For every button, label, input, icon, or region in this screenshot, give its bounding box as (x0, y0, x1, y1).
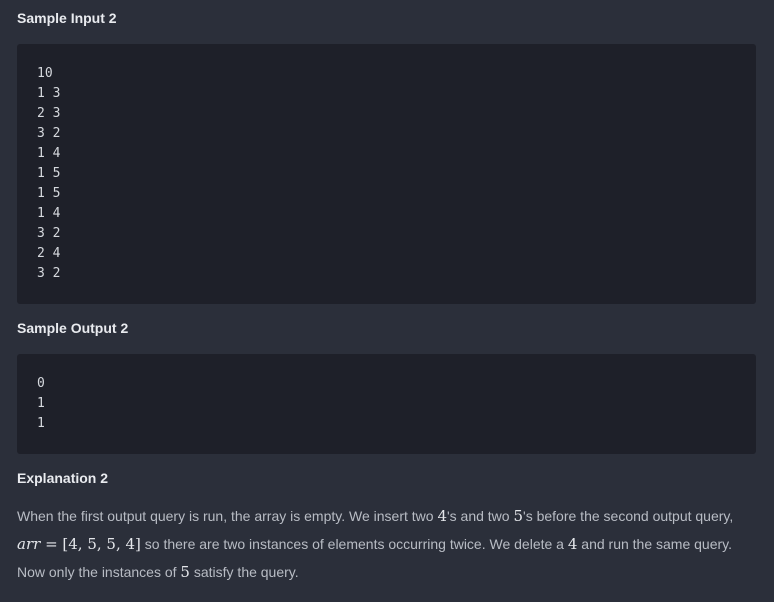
sample-input-line: 1 5 (37, 186, 61, 201)
explanation-heading: Explanation 2 (17, 470, 109, 486)
math-value: 5 (180, 563, 190, 581)
sample-input-line: 10 (37, 66, 53, 81)
sample-output-lines: 0 1 1 (37, 374, 45, 434)
sample-output-code-block: 0 1 1 (17, 354, 756, 454)
sample-output-line: 0 (37, 376, 45, 391)
explanation-text: 's before the second output query, (523, 508, 734, 524)
sample-input-heading: Sample Input 2 (17, 10, 117, 26)
explanation-text: 's and two (446, 508, 514, 524)
math-variable: arr (17, 535, 41, 553)
sample-input-line: 3 2 (37, 226, 61, 241)
math-value: 5 (513, 507, 524, 525)
explanation-paragraph: When the first output query is run, the … (17, 502, 757, 586)
sample-input-line: 2 3 (37, 106, 61, 121)
sample-output-heading: Sample Output 2 (17, 320, 129, 336)
explanation-text: When the first output query is run, the … (17, 508, 438, 524)
sample-input-line: 2 4 (37, 246, 61, 261)
sample-input-line: 1 3 (37, 86, 61, 101)
sample-input-code-block: 10 1 3 2 3 3 2 1 4 1 5 1 5 1 4 3 2 2 4 3 2 (17, 44, 756, 304)
math-value: 4 (437, 507, 447, 525)
sample-output-line: 1 (37, 416, 45, 431)
explanation-text: so there are two instances of elements o… (140, 536, 568, 552)
explanation-text: satisfy the query. (189, 564, 299, 580)
math-expression: arr = [4, 5, 5, 4] (17, 535, 141, 553)
sample-input-line: 1 5 (37, 166, 61, 181)
sample-output-line: 1 (37, 396, 45, 411)
problem-samples-section: Sample Input 2 10 1 32 33 21 41 51 51 43 … (0, 0, 774, 602)
sample-input-line: 1 4 (37, 146, 61, 161)
sample-input-line: 3 2 (37, 266, 61, 281)
sample-input-lines: 10 1 3 2 3 3 2 1 4 1 5 1 5 1 4 3 2 2 4 3 2 (37, 64, 60, 284)
sample-input-line: 1 4 (37, 206, 61, 221)
math-array: = [4, 5, 5, 4] (40, 535, 141, 553)
sample-input-line: 3 2 (37, 126, 61, 141)
math-value: 4 (567, 535, 578, 553)
